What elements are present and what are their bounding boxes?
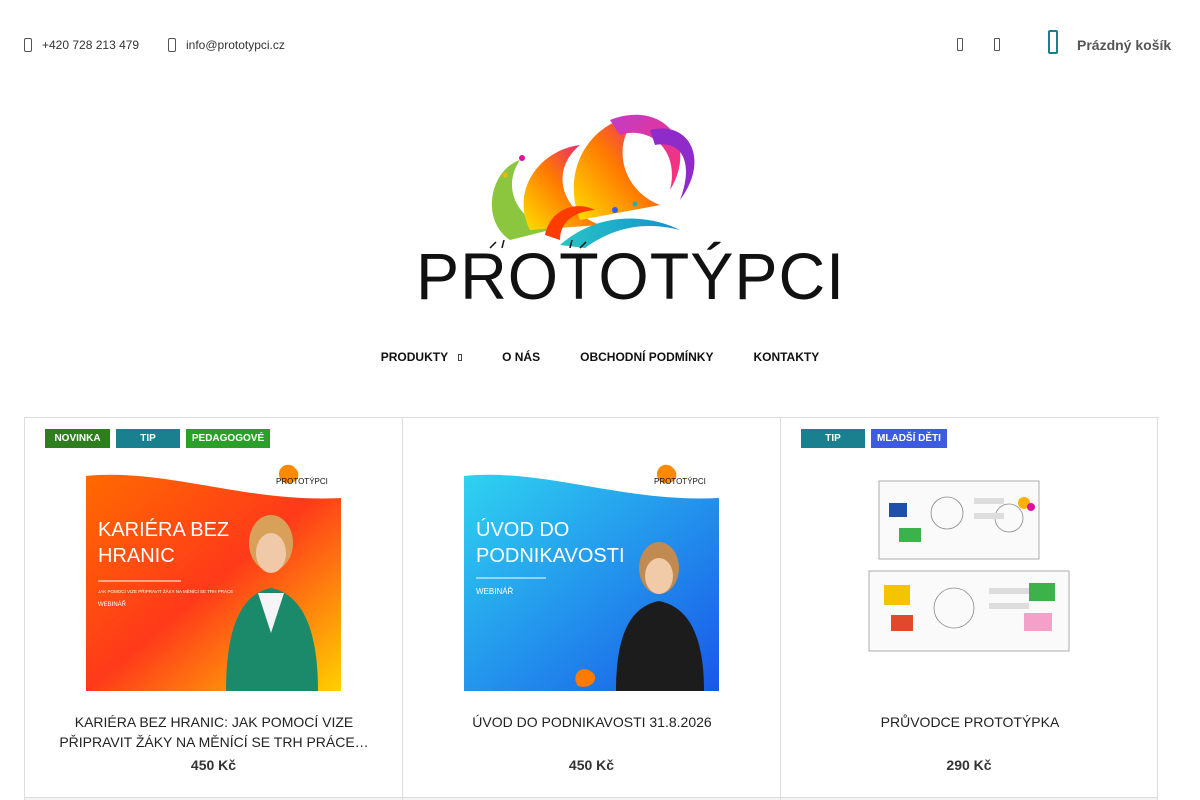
product-grid: NOVINKA TIP PEDAGOGOVÉ PROTOTÝPCI KARIÉR… bbox=[24, 417, 1159, 800]
phone-number[interactable]: +420 728 213 479 bbox=[42, 38, 139, 52]
svg-text:JAK POMOCÍ VIZE PŘIPRAVIT ŽÁKY: JAK POMOCÍ VIZE PŘIPRAVIT ŽÁKY NA MĚNÍCÍ… bbox=[98, 587, 233, 594]
svg-text:PROTOTÝPCI: PROTOTÝPCI bbox=[654, 477, 706, 486]
product-title[interactable]: KARIÉRA BEZ HRANIC: JAK POMOCÍ VIZE PŘIP… bbox=[45, 712, 383, 752]
product-card[interactable]: NOVINKA TIP PEDAGOGOVÉ PROTOTÝPCI KARIÉR… bbox=[25, 418, 403, 800]
email-contact[interactable]: info@prototypci.cz bbox=[168, 38, 285, 52]
nav-item-obchodni-podminky[interactable]: OBCHODNÍ PODMÍNKY bbox=[560, 350, 733, 364]
product-price: 290 Kč bbox=[946, 757, 992, 773]
image-heading: KARIÉRA BEZ bbox=[98, 518, 229, 541]
badge-list: TIP MLADŠÍ DĚTI bbox=[801, 429, 947, 448]
cart-button[interactable]: Prázdný košík bbox=[1048, 30, 1171, 54]
nav-label: KONTAKTY bbox=[753, 350, 820, 364]
mail-icon bbox=[168, 38, 176, 52]
svg-text:HRANIC: HRANIC bbox=[98, 545, 175, 567]
nav-item-produkty[interactable]: PRODUKTY bbox=[361, 350, 482, 364]
logo-text: PROTOTÝPCI bbox=[416, 239, 846, 313]
product-price: 450 Kč bbox=[190, 757, 237, 773]
nav-label: O NÁS bbox=[502, 350, 541, 364]
badge-novinka: NOVINKA bbox=[45, 429, 110, 448]
nav-label: PRODUKTY bbox=[380, 350, 449, 364]
logo-graphic bbox=[489, 114, 695, 249]
top-bar: +420 728 213 479 info@prototypci.cz Práz… bbox=[0, 0, 1200, 90]
badge-mladsi-deti: MLADŠÍ DĚTI bbox=[871, 429, 947, 448]
phone-contact[interactable]: +420 728 213 479 bbox=[24, 38, 139, 52]
svg-text:PODNIKAVOSTI: PODNIKAVOSTI bbox=[476, 545, 625, 567]
nav-label: OBCHODNÍ PODMÍNKY bbox=[580, 350, 714, 364]
product-image[interactable]: PROTOTÝPCI ÚVOD DO PODNIKAVOSTI WEBINÁŘ bbox=[464, 458, 719, 691]
badge-list: NOVINKA TIP PEDAGOGOVÉ bbox=[45, 429, 270, 448]
svg-text:PROTOTÝPCI: PROTOTÝPCI bbox=[276, 477, 328, 486]
svg-text:WEBINÁŘ: WEBINÁŘ bbox=[476, 587, 514, 596]
svg-text:ÚVOD DO: ÚVOD DO bbox=[476, 518, 569, 541]
chevron-down-icon bbox=[458, 353, 463, 361]
product-price: 450 Kč bbox=[568, 757, 615, 773]
nav-item-kontakty[interactable]: KONTAKTY bbox=[733, 350, 839, 364]
product-image[interactable] bbox=[859, 473, 1089, 658]
product-title[interactable]: ÚVOD DO PODNIKAVOSTI 31.8.2026 bbox=[423, 712, 761, 732]
main-nav: PRODUKTY O NÁS OBCHODNÍ PODMÍNKY KONTAKT… bbox=[0, 350, 1200, 364]
svg-text:WEBINÁŘ: WEBINÁŘ bbox=[98, 600, 127, 608]
badge-tip: TIP bbox=[801, 429, 865, 448]
search-button[interactable] bbox=[990, 36, 1004, 54]
email-address[interactable]: info@prototypci.cz bbox=[186, 38, 285, 52]
user-icon bbox=[957, 38, 963, 51]
site-logo[interactable]: PROTOTÝPCI bbox=[410, 100, 844, 313]
product-card[interactable]: PROTOTÝPCI ÚVOD DO PODNIKAVOSTI WEBINÁŘ … bbox=[403, 418, 781, 800]
search-icon bbox=[994, 38, 1000, 51]
badge-tip: TIP bbox=[116, 429, 180, 448]
cart-icon bbox=[1048, 30, 1058, 54]
phone-icon bbox=[24, 38, 32, 52]
nav-item-o-nas[interactable]: O NÁS bbox=[482, 350, 560, 364]
product-image[interactable]: PROTOTÝPCI KARIÉRA BEZ HRANIC JAK POMOCÍ… bbox=[86, 458, 341, 691]
cart-label: Prázdný košík bbox=[1077, 37, 1172, 53]
product-title[interactable]: PRŮVODCE PROTOTÝPKA bbox=[801, 712, 1139, 732]
user-button[interactable] bbox=[953, 36, 967, 54]
product-card[interactable]: TIP MLADŠÍ DĚTI PRŮVODCE PROTOTÝPKA 290 … bbox=[781, 418, 1158, 800]
badge-pedagogove: PEDAGOGOVÉ bbox=[186, 429, 270, 448]
